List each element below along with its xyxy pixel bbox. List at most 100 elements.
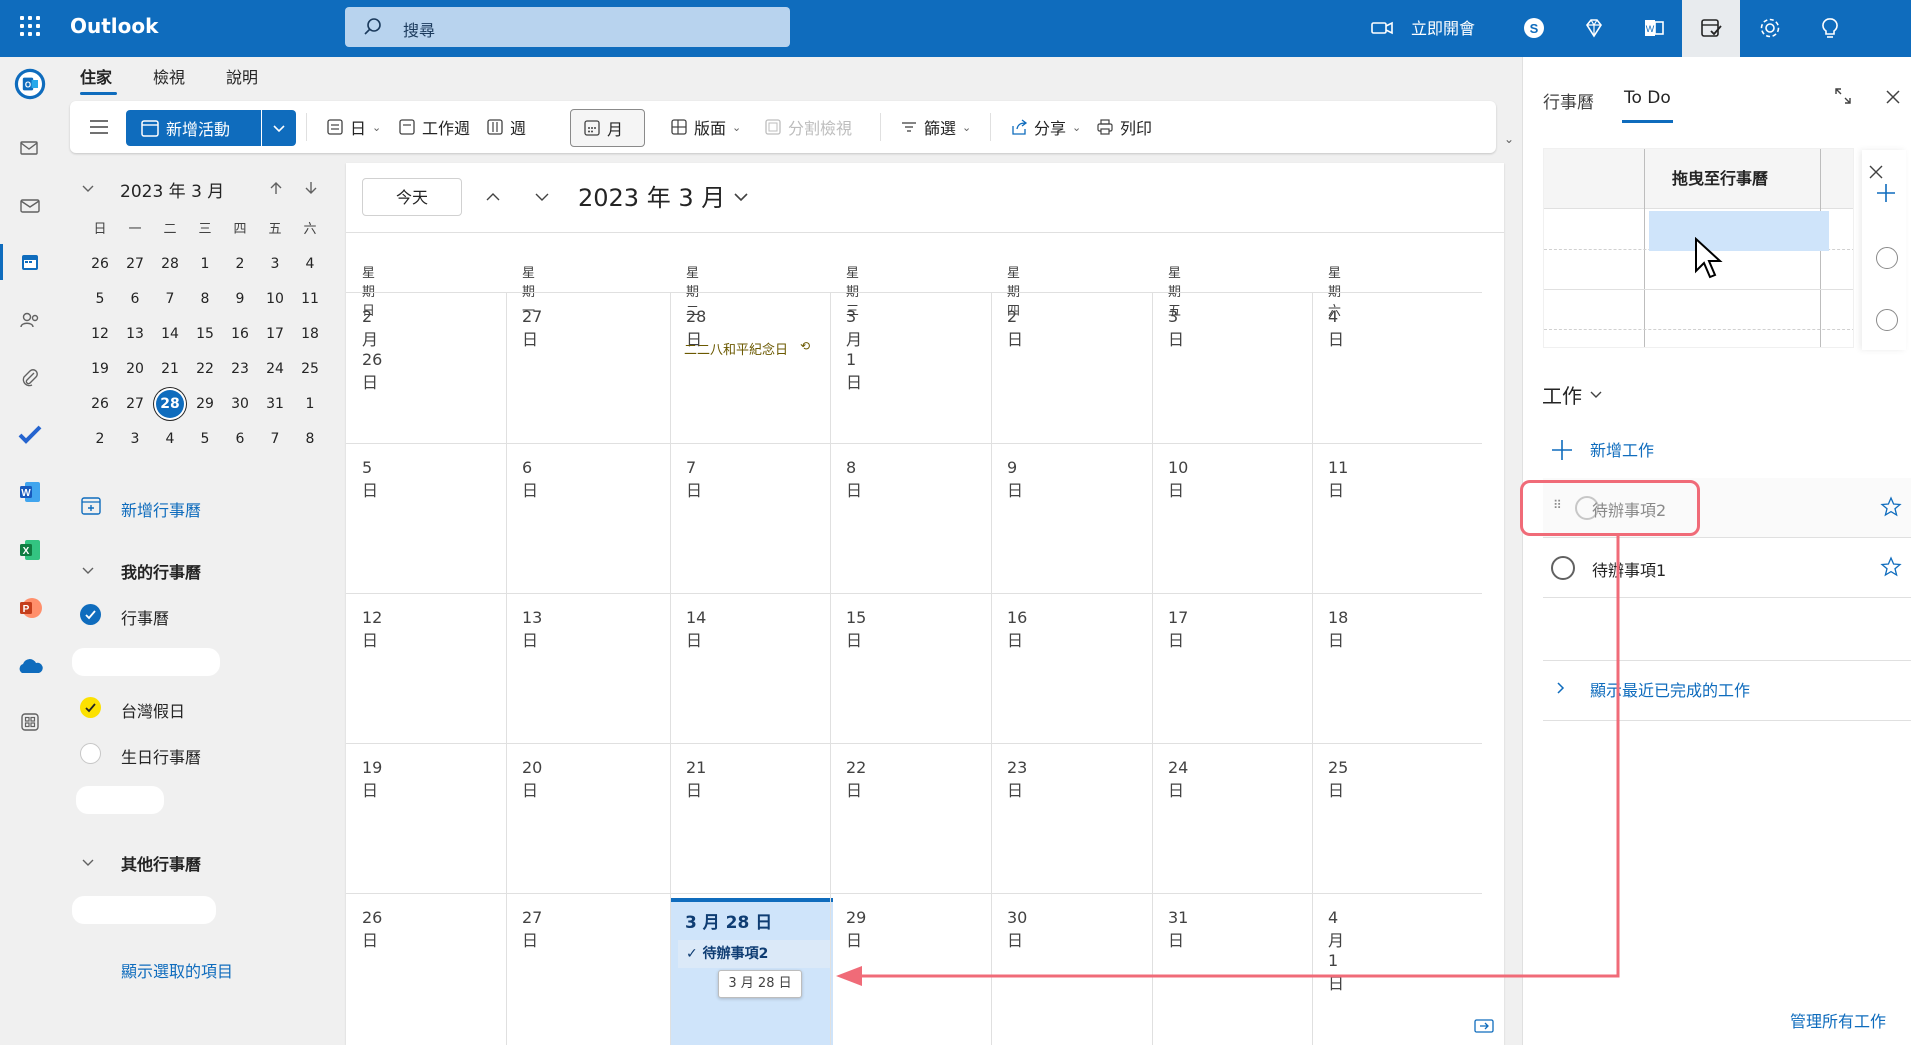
mini-calendar-day[interactable]: 1 (296, 390, 324, 418)
star-icon[interactable] (1880, 556, 1902, 578)
mini-calendar-day[interactable]: 22 (191, 355, 219, 383)
ribbon-expand-chevron-icon[interactable]: ⌄ (1504, 132, 1514, 146)
calendar-day-cell[interactable]: 4 日 (1328, 307, 1344, 350)
mini-calendar-prev-arrow-icon[interactable] (268, 180, 284, 200)
settings-gear-icon[interactable] (1756, 14, 1784, 42)
filter-button[interactable]: 篩選 ⌄ (900, 101, 971, 153)
layout-button[interactable]: 版面 ⌄ (670, 101, 741, 153)
calendar-day-cell[interactable]: 9 日 (1007, 458, 1023, 501)
mini-calendar-day[interactable]: 9 (226, 285, 254, 313)
calendar-day-cell[interactable]: 2 日 (1007, 307, 1023, 350)
mini-calendar-day[interactable]: 28 (156, 250, 184, 278)
mini-calendar-day[interactable]: 4 (156, 425, 184, 453)
office-apps-icon[interactable]: W (1640, 14, 1668, 42)
powerpoint-app-icon[interactable]: P (14, 592, 46, 624)
my-calendars-chevron-icon[interactable] (80, 562, 96, 582)
mini-calendar-day[interactable]: 5 (191, 425, 219, 453)
previous-month-chevron-up-icon[interactable] (484, 188, 502, 210)
mini-calendar-day[interactable]: 14 (156, 320, 184, 348)
tab-help[interactable]: 說明 (226, 64, 258, 88)
show-selected-link[interactable]: 顯示選取的項目 (121, 958, 233, 982)
mini-calendar-day[interactable]: 21 (156, 355, 184, 383)
outlook-app-icon[interactable]: O (14, 68, 46, 100)
mini-calendar-day[interactable]: 18 (296, 320, 324, 348)
mini-calendar-day[interactable]: 25 (296, 355, 324, 383)
mini-calendar-day[interactable]: 7 (156, 285, 184, 313)
calendar-day-cell[interactable]: 19 日 (362, 758, 382, 801)
task-row[interactable]: 待辦事項1 (1543, 538, 1911, 598)
calendar-item-birthdays[interactable]: 生日行事曆 (121, 744, 201, 768)
mini-calendar-title[interactable]: 2023 年 3 月 (120, 177, 224, 202)
pop-out-icon[interactable] (1833, 86, 1853, 110)
tab-home[interactable]: 住家 (80, 64, 112, 88)
mini-calendar-day[interactable]: 2 (86, 425, 114, 453)
mail-icon[interactable] (14, 190, 46, 222)
calendar-day-cell[interactable]: 15 日 (846, 608, 866, 651)
calendar-item-taiwan-holidays[interactable]: 台灣假日 (121, 698, 185, 722)
app-launcher-icon[interactable] (18, 14, 42, 38)
calendar-item-default[interactable]: 行事曆 (121, 605, 169, 629)
calendar-day-cell[interactable]: 5 日 (362, 458, 378, 501)
birthday-unchecked-icon[interactable] (80, 743, 101, 764)
mini-calendar-day[interactable]: 30 (226, 390, 254, 418)
calendar-day-cell[interactable]: 14 日 (686, 608, 706, 651)
star-icon[interactable] (1880, 496, 1902, 518)
mini-calendar-day[interactable]: 8 (296, 425, 324, 453)
mini-calendar-day[interactable]: 6 (121, 285, 149, 313)
calendar-day-cell[interactable]: 29 日 (846, 908, 866, 951)
mini-calendar-day[interactable]: 5 (86, 285, 114, 313)
calendar-day-cell[interactable]: 4 月 1 日 (1328, 908, 1344, 994)
calendar-day-cell[interactable]: 21 日 (686, 758, 706, 801)
new-event-button[interactable]: 新增活動 (126, 110, 261, 146)
mini-calendar-day[interactable]: 17 (261, 320, 289, 348)
taiwan-holidays-checked-icon[interactable] (80, 697, 101, 718)
mini-calendar-day[interactable]: 13 (121, 320, 149, 348)
task-complete-circle-icon[interactable] (1551, 556, 1575, 580)
mini-calendar-day[interactable]: 3 (121, 425, 149, 453)
month-picker-chevron-down-icon[interactable] (732, 188, 750, 210)
calendar-day-cell[interactable]: 17 日 (1168, 608, 1188, 651)
mini-calendar-day[interactable]: 27 (121, 390, 149, 418)
calendar-day-cell[interactable]: 10 日 (1168, 458, 1188, 501)
week-view-button[interactable]: 週 (486, 101, 526, 153)
collapse-nav-button[interactable] (88, 101, 110, 153)
calendar-day-cell[interactable]: 30 日 (1007, 908, 1027, 951)
close-pane-icon[interactable] (1884, 88, 1902, 110)
add-task-plus-icon[interactable] (1550, 438, 1574, 466)
mini-calendar-collapse-chevron-icon[interactable] (80, 180, 96, 200)
calendar-day-cell[interactable]: 18 日 (1328, 608, 1348, 651)
mini-calendar-day[interactable]: 28 (156, 390, 184, 418)
calendar-day-cell[interactable]: 25 日 (1328, 758, 1348, 801)
mini-calendar-day[interactable]: 27 (121, 250, 149, 278)
video-call-icon[interactable] (1368, 14, 1396, 42)
holiday-event[interactable]: 二二八和平紀念日 (684, 339, 788, 358)
split-view-button[interactable]: 分割檢視 (764, 101, 852, 153)
calendar-day-cell[interactable]: 7 日 (686, 458, 702, 501)
tab-todo[interactable]: To Do (1624, 88, 1671, 108)
calendar-day-cell[interactable]: 3 日 (1168, 307, 1184, 350)
tasks-header[interactable]: 工作 (1542, 380, 1582, 409)
premium-diamond-icon[interactable] (1580, 14, 1608, 42)
search-box[interactable]: 搜尋 (345, 7, 790, 47)
onedrive-app-icon[interactable] (14, 650, 46, 682)
my-calendars-header[interactable]: 我的行事曆 (121, 559, 201, 583)
calendar-day-cell[interactable]: 27 日 (522, 307, 542, 350)
calendar-day-cell[interactable]: 23 日 (1007, 758, 1027, 801)
add-task-button[interactable]: 新增工作 (1590, 437, 1654, 461)
excel-app-icon[interactable]: X (14, 534, 46, 566)
mini-calendar-day[interactable]: 31 (261, 390, 289, 418)
mini-calendar-day[interactable]: 26 (86, 390, 114, 418)
mini-calendar-day[interactable]: 29 (191, 390, 219, 418)
new-event-dropdown[interactable] (262, 110, 296, 146)
calendar-day-cell[interactable]: 27 日 (522, 908, 542, 951)
other-calendars-chevron-icon[interactable] (80, 854, 96, 874)
day-view-button[interactable]: 日 ⌄ (326, 101, 381, 153)
mini-calendar-day[interactable]: 11 (296, 285, 324, 313)
tab-view[interactable]: 檢視 (153, 64, 185, 88)
calendar-day-cell[interactable]: 16 日 (1007, 608, 1027, 651)
show-completed-tasks-link[interactable]: 顯示最近已完成的工作 (1590, 677, 1750, 701)
more-apps-icon[interactable] (14, 706, 46, 738)
expand-panel-icon[interactable] (1474, 1018, 1494, 1038)
my-day-pane-button[interactable] (1682, 0, 1740, 57)
mini-calendar-day[interactable]: 15 (191, 320, 219, 348)
